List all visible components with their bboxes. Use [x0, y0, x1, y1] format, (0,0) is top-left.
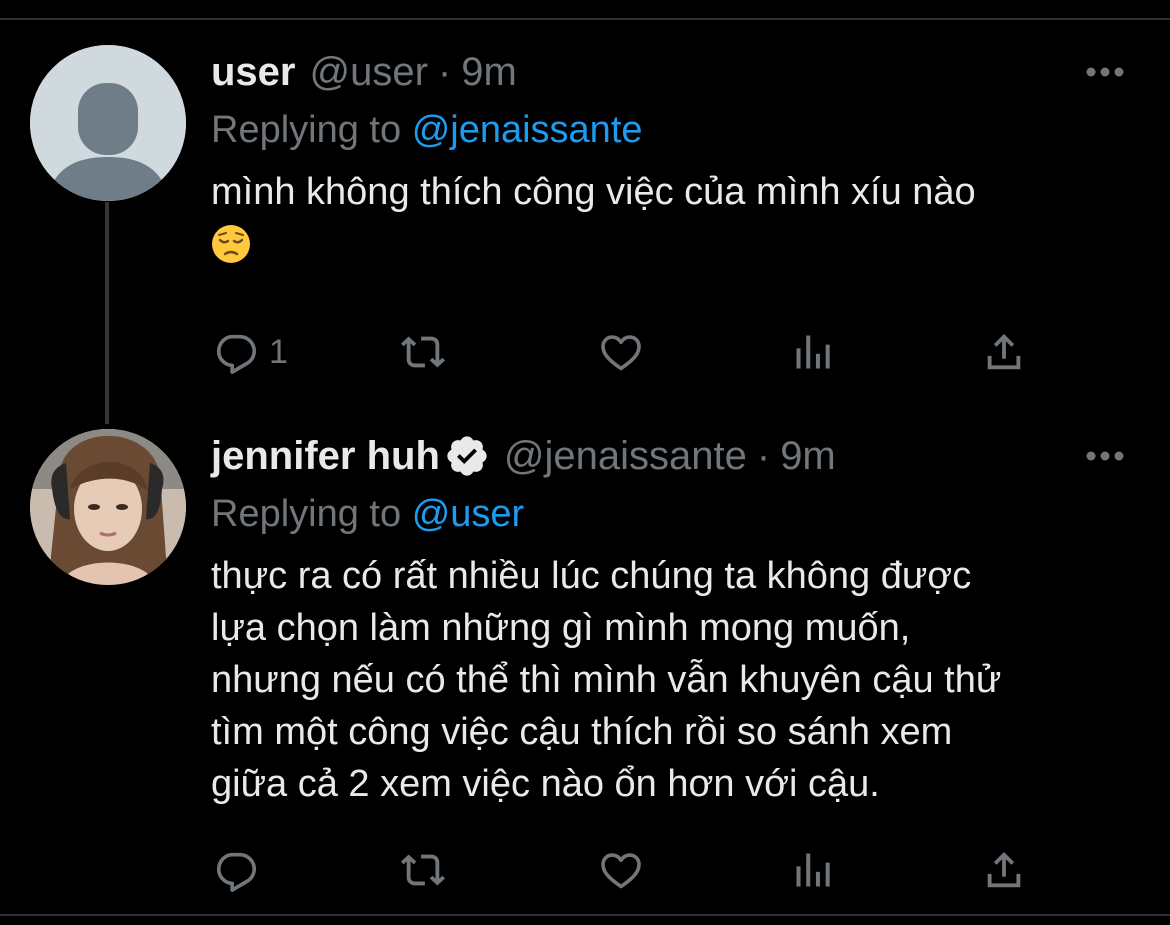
more-icon: [1086, 67, 1124, 77]
display-name[interactable]: user: [211, 40, 296, 104]
tweet-emoji: [211, 218, 1131, 278]
like-icon: [601, 853, 641, 889]
timestamp[interactable]: 9m: [461, 40, 517, 104]
user-avatar[interactable]: [30, 45, 186, 201]
share-button[interactable]: [981, 322, 1027, 382]
reply-icon: [216, 852, 257, 892]
views-icon: [796, 853, 830, 887]
default-avatar-icon: [30, 45, 186, 201]
replying-to-label: Replying to: [211, 493, 402, 535]
jennifer-huh-avatar[interactable]: [30, 429, 186, 585]
separator-dot: ·: [756, 434, 771, 478]
replying-to-label: Replying to: [211, 109, 402, 151]
share-icon: [987, 851, 1021, 888]
top-divider: [0, 18, 1170, 20]
reply-icon: [216, 334, 257, 374]
share-icon: [987, 333, 1021, 370]
views-icon: [796, 335, 830, 369]
like-button[interactable]: [597, 840, 645, 900]
retweet-icon: [400, 854, 446, 886]
replying-to-line: Replying to @user: [211, 488, 1131, 540]
handle[interactable]: @user: [310, 40, 428, 104]
more-options-button[interactable]: [1085, 52, 1125, 92]
thread-connector-line: [105, 202, 109, 424]
reply-count: 1: [269, 332, 288, 371]
retweet-icon: [400, 336, 446, 368]
more-options-button[interactable]: [1085, 436, 1125, 476]
views-button[interactable]: [791, 322, 835, 382]
display-name[interactable]: jennifer huh: [211, 424, 440, 488]
reply-button[interactable]: [213, 840, 259, 900]
timestamp[interactable]: 9m: [780, 424, 836, 488]
share-button[interactable]: [981, 840, 1027, 900]
reply-button[interactable]: 1: [213, 322, 288, 382]
bottom-divider: [0, 914, 1170, 916]
replying-to-mention[interactable]: @user: [412, 493, 525, 535]
tweet-text: mình không thích công việc của mình xíu …: [211, 171, 976, 213]
retweet-button[interactable]: [399, 840, 447, 900]
more-icon: [1086, 451, 1124, 461]
views-button[interactable]: [791, 840, 835, 900]
verified-badge: [444, 433, 490, 479]
tweet-header: user @user · 9m: [211, 40, 1131, 104]
tweet-text: thực ra có rất nhiều lúc chúng ta không …: [211, 555, 1002, 805]
profile-photo-icon: [30, 429, 186, 585]
tweet-header: jennifer huh @jenaissante · 9m: [211, 424, 1131, 488]
like-icon: [601, 335, 641, 371]
tweet-actions: [211, 840, 1071, 900]
retweet-button[interactable]: [399, 322, 447, 382]
separator-dot: ·: [437, 50, 452, 94]
like-button[interactable]: [597, 322, 645, 382]
replying-to-mention[interactable]: @jenaissante: [412, 109, 643, 151]
verified-icon: [447, 436, 487, 476]
replying-to-line: Replying to @jenaissante: [211, 104, 1131, 156]
handle[interactable]: @jenaissante: [504, 424, 747, 488]
tweet-actions: 1: [211, 322, 1071, 382]
pensive-face-icon: [212, 225, 250, 263]
